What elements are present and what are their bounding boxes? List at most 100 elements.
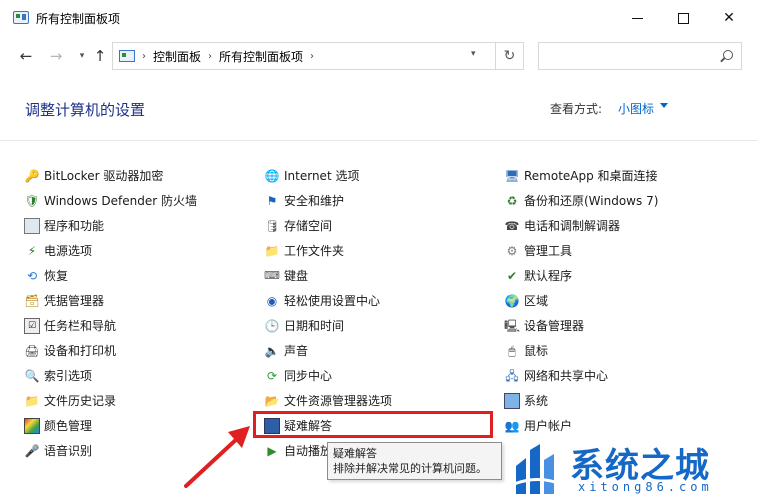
address-bar[interactable]: › 控制面板 › 所有控制面板项 › ▾ ↻ (112, 42, 524, 70)
user-icon: 👥 (504, 418, 520, 433)
tooltip-title: 疑难解答 (333, 447, 377, 460)
list-item[interactable]: 🛢 存储空间 (264, 213, 392, 238)
network-icon: 🖧 (505, 368, 519, 383)
list-item[interactable]: 🕒 日期和时间 (264, 313, 392, 338)
list-item[interactable]: 颜色管理 (24, 413, 197, 438)
up-button[interactable]: ↑ (88, 44, 112, 68)
list-item[interactable]: ⟳ 同步中心 (264, 363, 392, 388)
divider (0, 140, 758, 141)
accessibility-icon: ◉ (266, 293, 278, 308)
maximize-button[interactable] (660, 0, 706, 36)
file-history-icon: 📁 (24, 393, 40, 408)
list-item[interactable]: 系统 (504, 388, 658, 413)
list-item[interactable]: 📁 文件历史记录 (24, 388, 197, 413)
content-header: 调整计算机的设置 查看方式: 小图标 (0, 76, 758, 140)
item-label: 网络和共享中心 (524, 369, 609, 383)
list-item[interactable]: ♻ 备份和还原(Windows 7) (504, 188, 659, 213)
forward-button[interactable]: → (44, 44, 68, 68)
color-icon (24, 417, 40, 434)
item-label: RemoteApp 和桌面连接 (524, 169, 658, 183)
red-arrow-annotation (184, 426, 250, 488)
title-bar: 所有控制面板项 ✕ (0, 0, 758, 36)
list-item[interactable]: 🔍 索引选项 (24, 363, 197, 388)
list-item[interactable]: 👥 用户帐户 (504, 413, 658, 438)
item-label: 语音识别 (44, 444, 93, 458)
search-input[interactable] (538, 42, 742, 70)
item-label: 同步中心 (284, 369, 333, 383)
list-item[interactable]: 📁 工作文件夹 (264, 238, 392, 263)
list-item[interactable]: ⌨ 键盘 (264, 263, 392, 288)
item-label: 电话和调制解调器 (524, 219, 621, 233)
item-label: 系统 (524, 394, 549, 408)
taskbar-icon: ☑ (24, 317, 40, 334)
items-column-3: 🖥 RemoteApp 和桌面连接 ♻ 备份和还原(Windows 7) ☎ 电话和调… (504, 163, 658, 438)
list-item[interactable]: 📂 文件资源管理器选项 (264, 388, 393, 413)
item-label: 默认程序 (524, 269, 573, 283)
navigation-bar: ← → ▾ ↑ › 控制面板 › 所有控制面板项 › ▾ ↻ (0, 36, 758, 76)
phone-icon: ☎ (504, 218, 520, 233)
window-title: 所有控制面板项 (36, 12, 121, 26)
list-item[interactable]: ⚙ 管理工具 (504, 238, 658, 263)
folder-options-icon: 📂 (264, 393, 280, 408)
tooltip: 疑难解答 排除并解决常见的计算机问题。 (327, 442, 502, 480)
list-item[interactable]: ⚡ 电源选项 (24, 238, 197, 263)
control-panel-icon (119, 50, 135, 62)
chevron-down-icon: ▾ (79, 51, 85, 61)
default-programs-icon: ✔ (506, 268, 518, 283)
speech-icon: 🎤 (24, 443, 40, 458)
remoteapp-icon: 🖥 (504, 168, 520, 183)
control-panel-icon (13, 11, 29, 24)
list-item[interactable]: 🔈 声音 (264, 338, 392, 363)
item-label: BitLocker 驱动器加密 (44, 169, 164, 183)
internet-icon: 🌐 (264, 168, 280, 183)
list-item[interactable]: 🗃 凭据管理器 (24, 288, 197, 313)
sound-icon: 🔈 (264, 343, 280, 358)
list-item[interactable]: 🌍 区域 (504, 288, 658, 313)
list-item[interactable]: 🔑 BitLocker 驱动器加密 (24, 163, 197, 188)
list-item[interactable]: ⚑ 安全和维护 (264, 188, 392, 213)
item-label: 索引选项 (44, 369, 93, 383)
list-item[interactable]: ☎ 电话和调制解调器 (504, 213, 658, 238)
list-item[interactable]: 🖨 设备和打印机 (24, 338, 197, 363)
mouse-icon: 🖱 (508, 343, 516, 358)
storage-icon: 🛢 (264, 218, 280, 233)
close-button[interactable]: ✕ (706, 0, 752, 36)
firewall-icon: 🛡 (24, 193, 40, 208)
list-item[interactable]: 🎤 语音识别 (24, 438, 197, 463)
watermark-logo-icon (513, 444, 567, 494)
maximize-icon (677, 12, 689, 24)
item-label: 管理工具 (524, 244, 573, 258)
item-label: 文件历史记录 (44, 394, 117, 408)
refresh-button[interactable]: ↻ (495, 42, 523, 70)
caret-down-icon[interactable] (660, 103, 668, 108)
item-label: 区域 (524, 294, 549, 308)
printer-icon: 🖨 (24, 343, 40, 358)
list-item[interactable]: ⟲ 恢复 (24, 263, 197, 288)
list-item[interactable]: 🖱 鼠标 (504, 338, 658, 363)
list-item[interactable]: 🖥 RemoteApp 和桌面连接 (504, 163, 658, 188)
back-button[interactable]: ← (14, 44, 38, 68)
item-label: 备份和还原(Windows 7) (524, 194, 659, 208)
view-by-label: 查看方式: (550, 102, 603, 116)
item-label: 程序和功能 (44, 219, 105, 233)
list-item[interactable]: 🛡 Windows Defender 防火墙 (24, 188, 197, 213)
items-column-1: 🔑 BitLocker 驱动器加密 🛡 Windows Defender 防火墙 程… (24, 163, 197, 463)
item-label: Internet 选项 (284, 169, 360, 183)
list-item[interactable]: ◉ 轻松使用设置中心 (264, 288, 392, 313)
list-item[interactable]: ✔ 默认程序 (504, 263, 658, 288)
view-by-dropdown[interactable]: 小图标 (618, 100, 654, 117)
clock-icon: 🕒 (264, 318, 280, 333)
breadcrumb-control-panel[interactable]: 控制面板 (153, 48, 201, 65)
breadcrumb-all-items[interactable]: 所有控制面板项 (219, 48, 303, 65)
list-item[interactable]: 🖳 设备管理器 (504, 313, 658, 338)
list-item[interactable]: ☑ 任务栏和导航 (24, 313, 197, 338)
list-item[interactable]: 🖧 网络和共享中心 (504, 363, 658, 388)
list-item[interactable]: 程序和功能 (24, 213, 197, 238)
address-dropdown-icon[interactable]: ▾ (471, 49, 476, 59)
item-label: 键盘 (284, 269, 309, 283)
minimize-button[interactable] (614, 0, 660, 36)
item-label: 工作文件夹 (284, 244, 345, 258)
list-item[interactable]: 🌐 Internet 选项 (264, 163, 392, 188)
chevron-right-icon: › (142, 50, 146, 62)
chevron-right-icon: › (310, 50, 315, 62)
